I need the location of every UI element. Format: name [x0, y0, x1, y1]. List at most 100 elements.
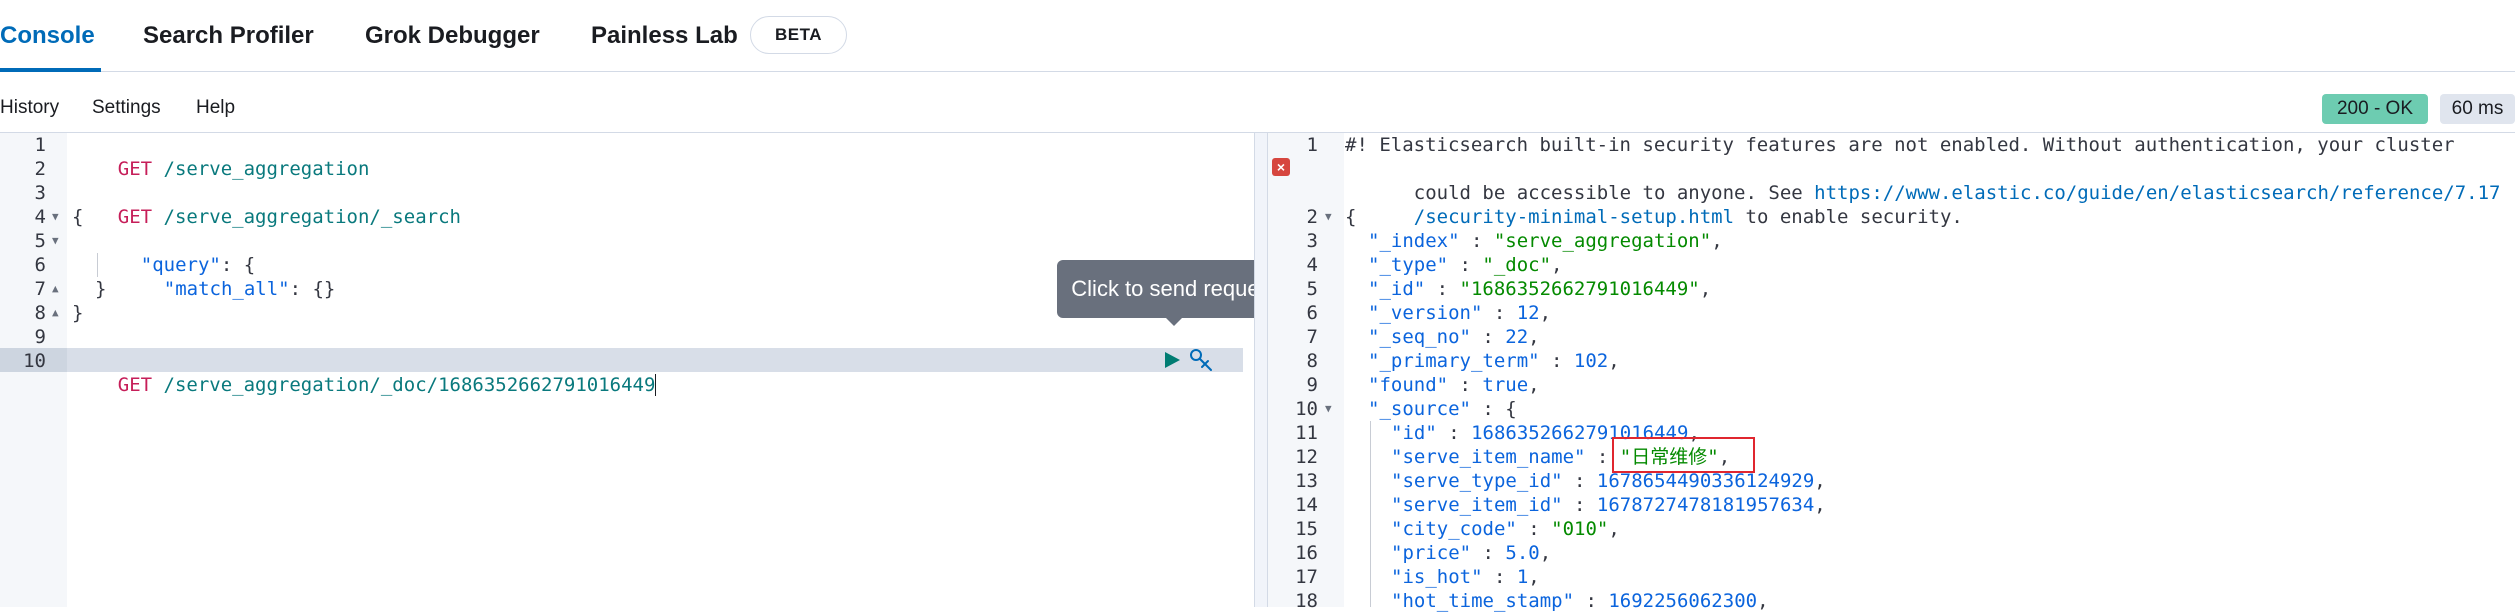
json-value: 1692256062300 — [1608, 590, 1758, 612]
line-number: 1 — [1306, 134, 1318, 156]
panel-resizer[interactable] — [1254, 133, 1268, 607]
top-navigation: Console Search Profiler Grok Debugger Pa… — [0, 0, 2515, 72]
line-number: 13 — [1295, 470, 1318, 492]
request-time-badge: 60 ms — [2440, 94, 2515, 124]
line-number: 6 — [1306, 302, 1318, 324]
send-request-icon[interactable] — [1163, 351, 1181, 369]
json-key: "serve_item_name" — [1391, 446, 1586, 468]
help-link[interactable]: Help — [196, 97, 235, 119]
request-line: } — [72, 302, 84, 324]
text-cursor: ​ — [655, 374, 657, 396]
line-number: 5 — [1306, 278, 1318, 300]
json-field: "_primary_term" : 102, — [1368, 350, 1620, 372]
json-key: "_version" — [1368, 302, 1483, 324]
security-warning-comment: #! Elasticsearch built-in security featu… — [1345, 134, 2455, 156]
line-number: 2 — [1306, 206, 1318, 228]
http-method: GET — [117, 158, 153, 180]
json-field: "serve_type_id" : 1678654490336124929, — [1391, 470, 1826, 492]
json-key: "_type" — [1368, 254, 1449, 276]
json-field: "is_hot" : 1, — [1391, 566, 1540, 588]
line-number: 17 — [1295, 566, 1318, 588]
json-field: "_source" : { — [1368, 398, 1517, 420]
json-key: "city_code" — [1391, 518, 1517, 540]
json-value: "_doc" — [1482, 254, 1552, 276]
tab-painless-lab[interactable]: Painless Lab — [591, 22, 738, 50]
line-number: 3 — [1306, 230, 1318, 252]
line-number: 3 — [34, 182, 46, 204]
line-number: 15 — [1295, 518, 1318, 540]
json-key: "found" — [1368, 374, 1449, 396]
comment-text: to enable security. — [1734, 206, 1963, 228]
json-field: "city_code" : "010", — [1391, 518, 1620, 540]
json-value: "1686352662791016449" — [1459, 278, 1700, 300]
json-key: "price" — [1391, 542, 1472, 564]
tab-grok-debugger[interactable]: Grok Debugger — [365, 22, 540, 50]
json-value: 1 — [1516, 566, 1529, 588]
json-value: 5.0 — [1505, 542, 1540, 564]
json-value: true — [1482, 374, 1529, 396]
json-open-brace: { — [1345, 206, 1357, 228]
json-punct: : {} — [289, 278, 336, 300]
settings-link[interactable]: Settings — [92, 97, 161, 119]
json-field: "_type" : "_doc", — [1368, 254, 1563, 276]
json-field: "serve_item_id" : 1678727478181957634, — [1391, 494, 1826, 516]
beta-badge: BETA — [750, 16, 847, 54]
security-warning-comment: could be accessible to anyone. See https… — [1368, 157, 2501, 204]
json-key: "serve_type_id" — [1391, 470, 1563, 492]
docs-link[interactable]: /security-minimal-setup.html — [1414, 206, 1734, 228]
tab-search-profiler[interactable]: Search Profiler — [143, 22, 314, 50]
indent-guide — [1370, 421, 1371, 607]
line-number: 12 — [1295, 446, 1318, 468]
status-badge: 200 - OK — [2322, 94, 2428, 124]
line-number: 10 — [23, 350, 46, 372]
line-number: 4 — [34, 206, 46, 228]
line-number: 10 — [1295, 398, 1318, 420]
fold-end-icon[interactable]: ▲ — [52, 282, 59, 295]
json-field: "found" : true, — [1368, 374, 1540, 396]
json-key: "is_hot" — [1391, 566, 1483, 588]
http-method: GET — [117, 374, 153, 396]
json-field: "_id" : "1686352662791016449", — [1368, 278, 1712, 300]
json-field: "hot_time_stamp" : 1692256062300, — [1391, 590, 1769, 612]
wrench-icon[interactable] — [1188, 347, 1214, 373]
request-line: } — [95, 278, 107, 300]
json-key: "_id" — [1368, 278, 1426, 300]
line-number: 8 — [34, 302, 46, 324]
line-number: 2 — [34, 158, 46, 180]
line-number: 7 — [1306, 326, 1318, 348]
warning-icon: × — [1272, 158, 1290, 176]
line-number: 1 — [34, 134, 46, 156]
json-key: "_seq_no" — [1368, 326, 1471, 348]
json-key: "match_all" — [163, 278, 290, 300]
json-value: "serve_aggregation" — [1493, 230, 1712, 252]
security-warning-comment: /security-minimal-setup.html to enable s… — [1368, 181, 1963, 228]
json-value: 1678727478181957634 — [1596, 494, 1815, 516]
fold-end-icon[interactable]: ▲ — [52, 306, 59, 319]
fold-toggle-icon[interactable]: ▼ — [1325, 210, 1332, 223]
json-field: "_index" : "serve_aggregation", — [1368, 230, 1723, 252]
request-line: GET /serve_aggregation/_search — [72, 181, 461, 228]
request-line: "match_all": {} — [118, 253, 336, 300]
request-line: GET /serve_aggregation/_doc/168635266279… — [72, 349, 657, 396]
line-number: 16 — [1295, 542, 1318, 564]
json-key: "_index" — [1368, 230, 1460, 252]
json-value: 1678654490336124929 — [1596, 470, 1815, 492]
line-number: 14 — [1295, 494, 1318, 516]
fold-toggle-icon[interactable]: ▼ — [1325, 402, 1332, 415]
line-number: 9 — [1306, 374, 1318, 396]
json-field: "_seq_no" : 22, — [1368, 326, 1540, 348]
tooltip-arrow — [1164, 316, 1184, 326]
http-method: GET — [117, 206, 153, 228]
history-link[interactable]: History — [0, 97, 59, 119]
request-path: /serve_aggregation — [152, 158, 370, 180]
request-line: { — [72, 206, 84, 228]
fold-toggle-icon[interactable]: ▼ — [52, 210, 59, 223]
fold-toggle-icon[interactable]: ▼ — [52, 234, 59, 247]
json-field: "_version" : 12, — [1368, 302, 1552, 324]
line-number: 4 — [1306, 254, 1318, 276]
line-number: 5 — [34, 230, 46, 252]
json-key: "hot_time_stamp" — [1391, 590, 1575, 612]
highlight-annotation-box — [1612, 437, 1755, 473]
line-number: 6 — [34, 254, 46, 276]
tab-console[interactable]: Console — [0, 22, 95, 50]
